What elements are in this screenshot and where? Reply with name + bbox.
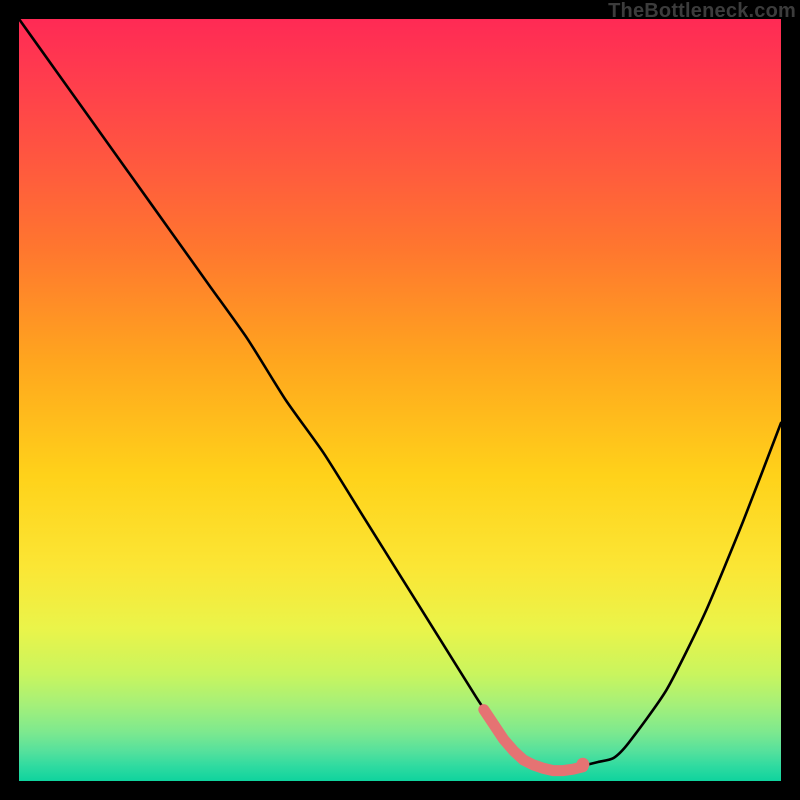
bottleneck-curve	[19, 19, 781, 770]
plot-area	[19, 19, 781, 781]
valley-marker-band	[484, 710, 583, 771]
chart-frame	[19, 19, 781, 781]
attribution-text: TheBottleneck.com	[608, 0, 796, 23]
chart-svg	[19, 19, 781, 781]
valley-marker-dot	[576, 758, 589, 771]
